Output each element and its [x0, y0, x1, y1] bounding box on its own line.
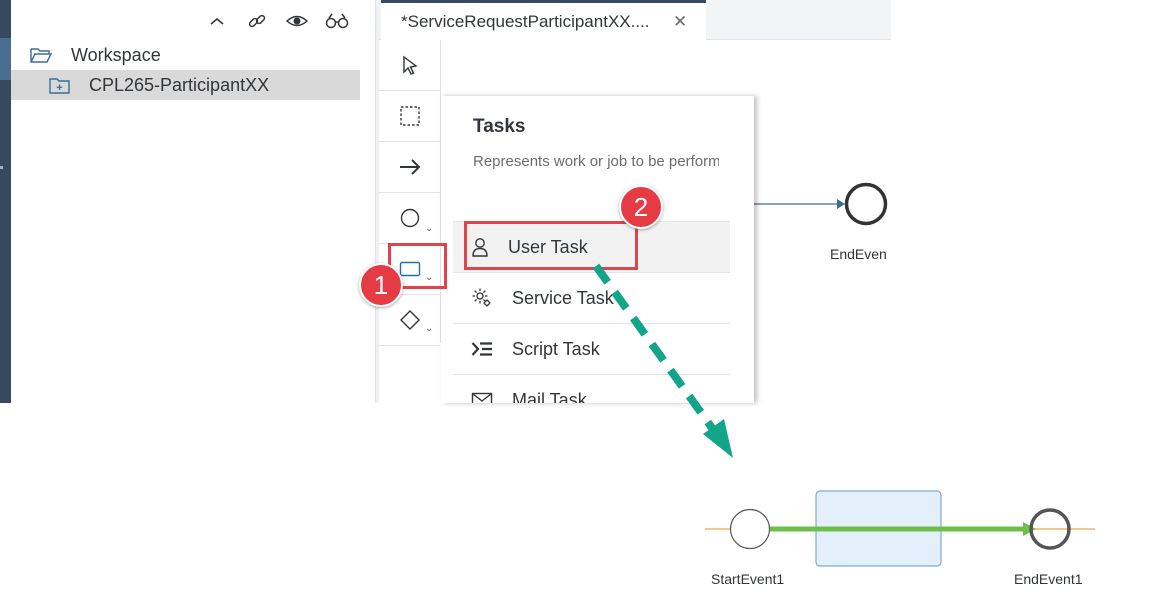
- menu-item-label: Mail Task: [512, 389, 587, 404]
- event-tool[interactable]: ⌄: [379, 193, 440, 244]
- eye-icon[interactable]: [284, 8, 310, 34]
- link-icon[interactable]: [244, 8, 270, 34]
- tree-item-label: Workspace: [71, 44, 161, 65]
- lasso-tool[interactable]: [379, 91, 440, 142]
- step-badge-2: 2: [619, 185, 663, 229]
- chevron-down-icon: ⌄: [425, 323, 434, 334]
- lasso-icon: [399, 106, 420, 126]
- collapse-icon[interactable]: [204, 8, 230, 34]
- arrow-right-icon: [399, 159, 420, 175]
- editor-tabbar: *ServiceRequestParticipantXX.... ✕: [379, 0, 891, 40]
- sequence-flow-tool[interactable]: [379, 142, 440, 193]
- close-icon[interactable]: ✕: [673, 12, 687, 32]
- pointer-tool[interactable]: [379, 40, 440, 91]
- binoculars-icon[interactable]: [324, 8, 350, 34]
- workspace-toolbar: [204, 8, 350, 34]
- editor-tab[interactable]: *ServiceRequestParticipantXX.... ✕: [381, 0, 706, 40]
- menu-item-mail-task[interactable]: Mail Task: [453, 374, 730, 403]
- menu-item-label: Script Task: [512, 338, 600, 359]
- end-event-label: EndEven: [830, 246, 887, 262]
- start-event-label: StartEvent1: [711, 571, 785, 587]
- shell-side-strip: [0, 0, 11, 403]
- drag-arrow-head: [703, 419, 733, 458]
- project-folder-icon: [49, 77, 71, 94]
- script-icon: [471, 341, 493, 357]
- start-event-circle: [729, 508, 771, 550]
- tree-item-project[interactable]: CPL265-ParticipantXX: [11, 70, 360, 100]
- workspace-panel: Workspace CPL265-ParticipantXX: [11, 0, 375, 403]
- canvas-flow-graphic: [741, 182, 888, 226]
- end-event-label: EndEvent1: [1014, 571, 1083, 587]
- side-strip-marker: [0, 166, 3, 169]
- step-badge-1: 1: [359, 263, 403, 307]
- menu-item-script-task[interactable]: Script Task: [453, 323, 730, 374]
- diamond-gateway-icon: [399, 310, 420, 330]
- gear-icon: [471, 287, 493, 309]
- mail-icon: [471, 392, 493, 403]
- popover-description: Represents work or job to be perform: [473, 153, 719, 170]
- side-strip-highlight: [0, 38, 11, 80]
- sequence-flow-arrowhead: [837, 199, 845, 209]
- result-diagram: [705, 490, 1095, 567]
- tree-item-label: CPL265-ParticipantXX: [89, 74, 270, 95]
- popover-title: Tasks: [473, 116, 526, 137]
- tab-title: *ServiceRequestParticipantXX....: [401, 11, 650, 31]
- highlight-box-user-task: [464, 221, 638, 270]
- end-event-circle: [844, 182, 888, 226]
- menu-item-service-task[interactable]: Service Task: [453, 272, 730, 323]
- tree-item-workspace[interactable]: Workspace: [11, 40, 360, 70]
- menu-item-label: Service Task: [512, 287, 614, 308]
- chevron-down-icon: ⌄: [425, 223, 434, 234]
- circle-event-icon: [400, 208, 419, 228]
- pointer-icon: [402, 55, 418, 75]
- folder-open-icon: [30, 47, 52, 63]
